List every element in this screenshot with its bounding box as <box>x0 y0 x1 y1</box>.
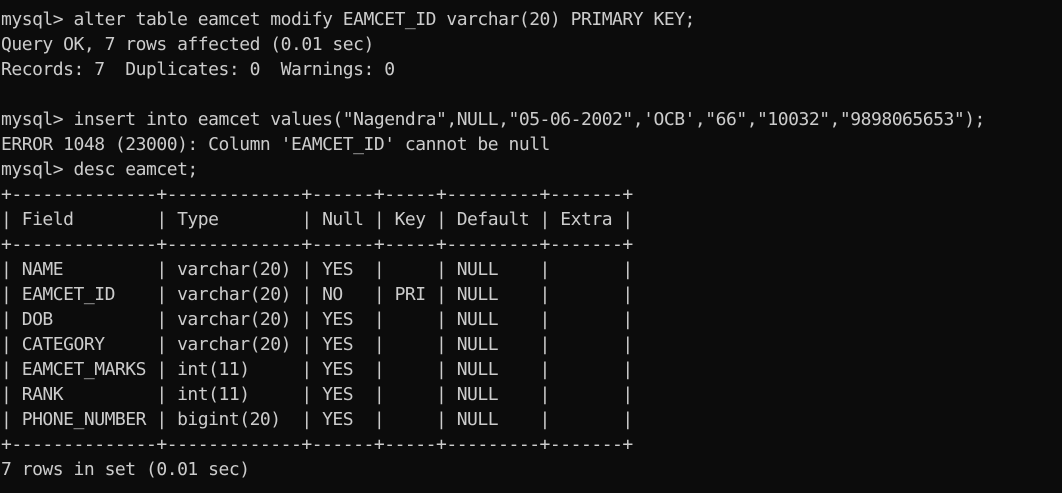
command-desc: mysql> desc eamcet; <box>1 159 198 180</box>
table-row: | NAME | varchar(20) | YES | | NULL | | <box>1 259 633 280</box>
table-header-row: | Field | Type | Null | Key | Default | … <box>1 209 633 230</box>
records-summary: Records: 7 Duplicates: 0 Warnings: 0 <box>1 59 395 80</box>
table-row: | CATEGORY | varchar(20) | YES | | NULL … <box>1 334 633 355</box>
table-border-top: +--------------+-------------+------+---… <box>1 184 633 205</box>
table-row: | EAMCET_MARKS | int(11) | YES | | NULL … <box>1 359 633 380</box>
rows-in-set-message: 7 rows in set (0.01 sec) <box>1 459 250 480</box>
table-row: | PHONE_NUMBER | bigint(20) | YES | | NU… <box>1 409 633 430</box>
table-row: | EAMCET_ID | varchar(20) | NO | PRI | N… <box>1 284 633 305</box>
command-alter-table: mysql> alter table eamcet modify EAMCET_… <box>1 9 695 30</box>
query-ok-message: Query OK, 7 rows affected (0.01 sec) <box>1 34 374 55</box>
terminal-window[interactable]: mysql> alter table eamcet modify EAMCET_… <box>0 0 1062 493</box>
table-border-bottom: +--------------+-------------+------+---… <box>1 434 633 455</box>
command-insert: mysql> insert into eamcet values("Nagend… <box>1 109 985 130</box>
table-border-header: +--------------+-------------+------+---… <box>1 234 633 255</box>
error-message: ERROR 1048 (23000): Column 'EAMCET_ID' c… <box>1 134 550 155</box>
table-row: | DOB | varchar(20) | YES | | NULL | | <box>1 309 633 330</box>
table-row: | RANK | int(11) | YES | | NULL | | <box>1 384 633 405</box>
